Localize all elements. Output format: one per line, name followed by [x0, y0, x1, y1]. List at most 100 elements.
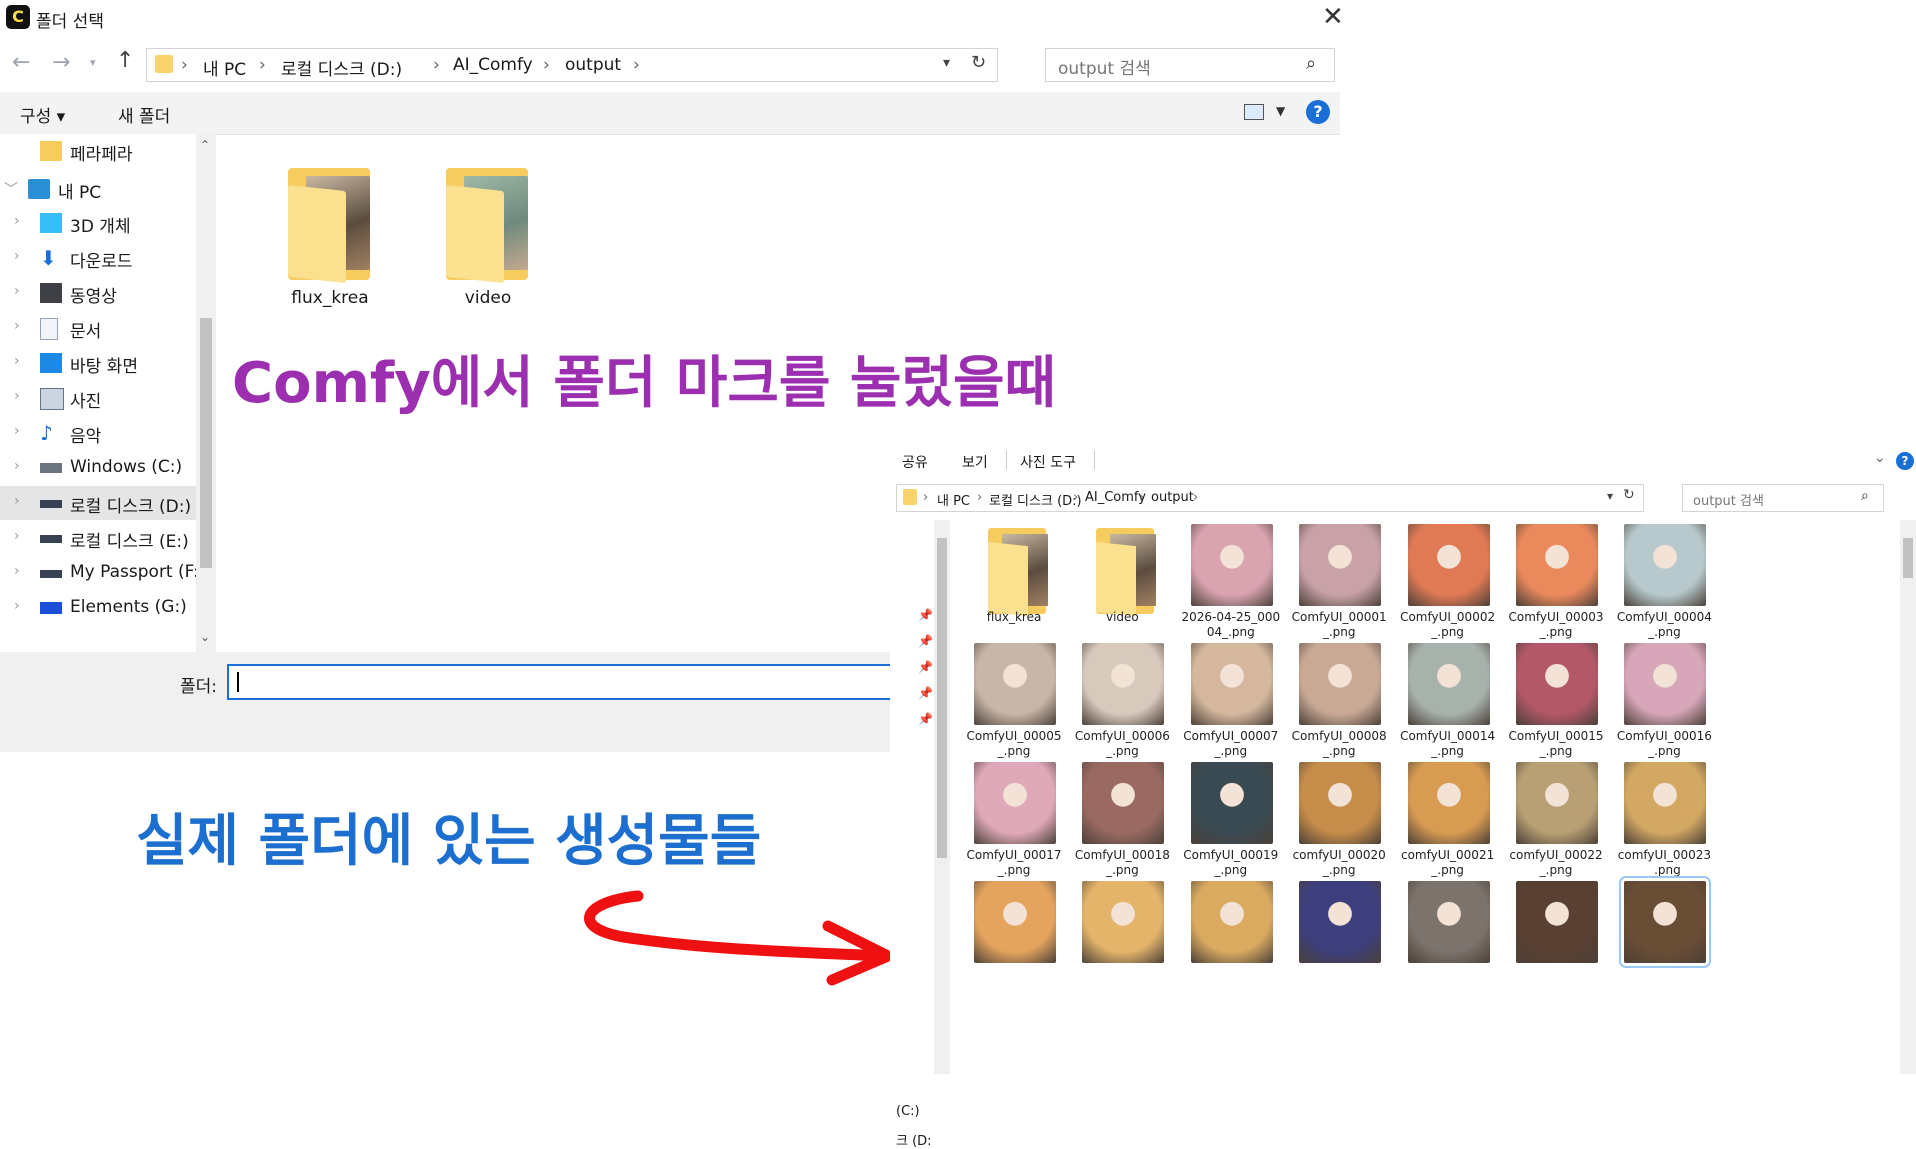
search-box[interactable]: output 검색 ⌕ — [1045, 48, 1335, 82]
image-thumbnail — [1082, 643, 1165, 725]
close-icon[interactable]: ✕ — [1322, 2, 1344, 32]
sidebar-item-desktop[interactable]: › 바탕 화면 — [0, 346, 196, 380]
folder-item-flux-krea[interactable]: flux_krea — [260, 160, 400, 308]
image-thumbnail — [1516, 524, 1598, 606]
explorer-address-bar[interactable]: › 내 PC › 로컬 디스크 (D:) › AI_Comfy › output… — [896, 484, 1644, 512]
sidebar-item-label: Windows (C:) — [70, 457, 183, 477]
scroll-up-icon[interactable]: ⌃ — [200, 138, 210, 152]
chevron-right-icon[interactable]: › — [14, 563, 20, 579]
nav-drive-d[interactable]: 크 (D: — [896, 1130, 932, 1149]
explorer-search-box[interactable]: output 검색 ⌕ — [1682, 484, 1884, 512]
chevron-right-icon[interactable]: › — [14, 283, 20, 299]
chevron-down-icon[interactable]: ﹀ — [4, 179, 18, 199]
forward-arrow-icon[interactable]: → — [52, 50, 70, 75]
music-icon: ♪ — [40, 421, 53, 445]
chevron-right-icon[interactable]: › — [14, 213, 20, 229]
sidebar-item-label: 3D 개체 — [70, 217, 131, 237]
organize-menu[interactable]: 구성 ▾ — [20, 102, 65, 127]
crumb-ai-comfy[interactable]: AI_Comfy — [453, 55, 533, 75]
pin-icon[interactable]: 📌 — [918, 634, 933, 648]
tab-view[interactable]: 보기 — [962, 452, 988, 472]
crumb-d-drive[interactable]: 로컬 디스크 (D:) — [989, 490, 1082, 509]
sidebar-item-my-passport[interactable]: › My Passport (F:) — [0, 556, 205, 590]
new-folder-button[interactable]: 새 폴더 — [118, 102, 170, 127]
chevron-right-icon[interactable]: › — [14, 423, 20, 439]
image-thumbnail — [1082, 762, 1165, 844]
refresh-icon[interactable]: ↻ — [971, 52, 986, 73]
comfy-app-icon: C — [6, 5, 30, 29]
search-icon[interactable]: ⌕ — [1861, 488, 1869, 504]
sidebar-item-music[interactable]: › ♪ 음악 — [0, 416, 196, 450]
scrollbar-thumb[interactable] — [200, 318, 212, 568]
tab-picture-tools[interactable]: 사진 도구 — [1020, 452, 1076, 472]
scroll-down-icon[interactable]: ⌄ — [200, 630, 210, 644]
scrollbar-thumb[interactable] — [1903, 538, 1913, 578]
chevron-right-icon[interactable]: › — [14, 353, 20, 369]
file-grid-scrollbar[interactable] — [1900, 520, 1916, 1074]
address-dropdown-icon[interactable]: ▾ — [1607, 489, 1613, 503]
chevron-right-icon[interactable]: › — [14, 598, 20, 614]
image-thumbnail — [1407, 881, 1490, 963]
sidebar-item-my-pc[interactable]: ﹀ 내 PC — [0, 172, 196, 206]
sidebar-item-videos[interactable]: › 동영상 — [0, 276, 196, 310]
view-dropdown-icon[interactable]: ▼ — [1276, 104, 1285, 118]
ribbon-expand-icon[interactable]: ⌄ — [1874, 450, 1886, 466]
search-icon[interactable]: ⌕ — [1306, 53, 1316, 74]
chevron-right-icon[interactable]: › — [14, 248, 20, 264]
ribbon-divider — [1094, 450, 1095, 470]
chevron-right-icon[interactable]: › — [14, 458, 20, 474]
image-file-item[interactable] — [1598, 876, 1730, 1021]
chevron-right-icon[interactable]: › — [14, 318, 20, 334]
drive-icon — [40, 570, 62, 578]
sidebar-item-documents[interactable]: › 문서 — [0, 311, 196, 345]
sidebar-item-elements[interactable]: › Elements (G:) — [0, 591, 196, 625]
sidebar-item-3d-objects[interactable]: › 3D 개체 — [0, 206, 196, 240]
crumb-separator: › — [1139, 490, 1145, 505]
recent-dropdown-icon[interactable]: ▾ — [90, 56, 96, 69]
nav-drive-c[interactable]: (C:) — [896, 1104, 920, 1119]
back-arrow-icon[interactable]: ← — [12, 50, 30, 75]
address-dropdown-icon[interactable]: ▾ — [943, 55, 950, 71]
scrollbar-thumb[interactable] — [937, 538, 947, 858]
folder-item-video[interactable]: video — [418, 160, 558, 308]
pin-icon[interactable]: 📌 — [918, 712, 933, 726]
view-options-icon[interactable] — [1244, 104, 1264, 120]
sidebar-item-downloads[interactable]: › ⬇ 다운로드 — [0, 241, 196, 275]
refresh-icon[interactable]: ↻ — [1623, 487, 1635, 503]
help-icon[interactable]: ? — [1306, 100, 1330, 124]
sidebar-item-perapera[interactable]: 페라페라 — [0, 134, 196, 168]
image-thumbnail — [1516, 762, 1598, 844]
image-thumbnail — [1299, 881, 1382, 963]
pin-icon[interactable]: 📌 — [918, 608, 933, 622]
chevron-right-icon[interactable]: › — [14, 528, 20, 544]
crumb-my-pc[interactable]: 내 PC — [937, 490, 970, 509]
title-bar: C 폴더 선택 — [0, 0, 1104, 34]
crumb-ai-comfy[interactable]: AI_Comfy — [1085, 490, 1146, 505]
folder-field[interactable] — [227, 664, 893, 700]
sidebar-item-local-e[interactable]: › 로컬 디스크 (E:) — [0, 521, 196, 555]
chevron-right-icon[interactable]: › — [14, 388, 20, 404]
address-bar[interactable]: › 내 PC › 로컬 디스크 (D:) › AI_Comfy › output… — [146, 48, 998, 82]
sidebar-item-windows-c[interactable]: › Windows (C:) — [0, 451, 196, 485]
help-icon[interactable]: ? — [1896, 452, 1914, 470]
folder-front-flap — [446, 184, 504, 284]
sidebar-scrollbar[interactable]: ⌃ ⌄ — [196, 134, 216, 652]
tab-share[interactable]: 공유 — [902, 452, 928, 472]
crumb-output[interactable]: output — [565, 55, 621, 75]
crumb-my-pc[interactable]: 내 PC — [203, 55, 246, 80]
image-thumbnail — [1516, 643, 1598, 725]
drive-icon — [40, 500, 62, 508]
folder-icon — [903, 489, 917, 505]
cube-icon — [40, 213, 62, 233]
sidebar-item-pictures[interactable]: › 사진 — [0, 381, 196, 415]
desktop-icon — [40, 353, 62, 373]
chevron-right-icon[interactable]: › — [14, 493, 20, 509]
pin-icon[interactable]: 📌 — [918, 660, 933, 674]
up-arrow-icon[interactable]: ↑ — [116, 48, 134, 73]
crumb-output[interactable]: output — [1151, 490, 1194, 505]
pin-icon[interactable]: 📌 — [918, 686, 933, 700]
image-thumbnail — [974, 881, 1056, 963]
folder-icon — [1080, 524, 1162, 624]
crumb-d-drive[interactable]: 로컬 디스크 (D:) — [281, 55, 402, 80]
sidebar-item-local-d[interactable]: › 로컬 디스크 (D:) — [0, 486, 196, 520]
